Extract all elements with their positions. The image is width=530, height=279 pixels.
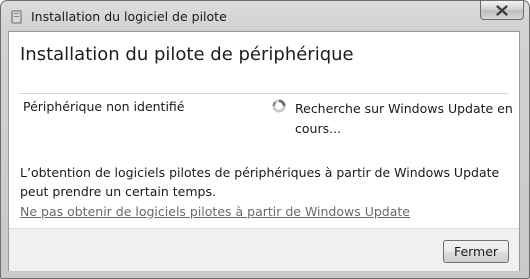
window-title: Installation du logiciel de pilote (31, 9, 227, 24)
close-icon (496, 1, 508, 20)
device-status: Recherche sur Windows Update en cours... (295, 101, 513, 136)
window-close-button[interactable] (480, 1, 524, 20)
dialog-content: Installation du pilote de périphérique P… (8, 31, 520, 271)
driver-package-icon (10, 9, 23, 24)
button-bar: Fermer (9, 228, 519, 271)
info-message: L’obtention de logiciels pilotes de péri… (20, 165, 500, 199)
divider (19, 93, 508, 94)
page-title: Installation du pilote de périphérique (20, 44, 354, 65)
title-bar[interactable]: Installation du logiciel de pilote (1, 1, 529, 31)
device-name: Périphérique non identifié (23, 99, 185, 114)
dialog-window: Installation du logiciel de pilote Insta… (0, 0, 530, 279)
busy-spinner-icon (272, 98, 286, 113)
close-button[interactable]: Fermer (443, 240, 509, 263)
skip-windows-update-link[interactable]: Ne pas obtenir de logiciels pilotes à pa… (20, 204, 410, 219)
